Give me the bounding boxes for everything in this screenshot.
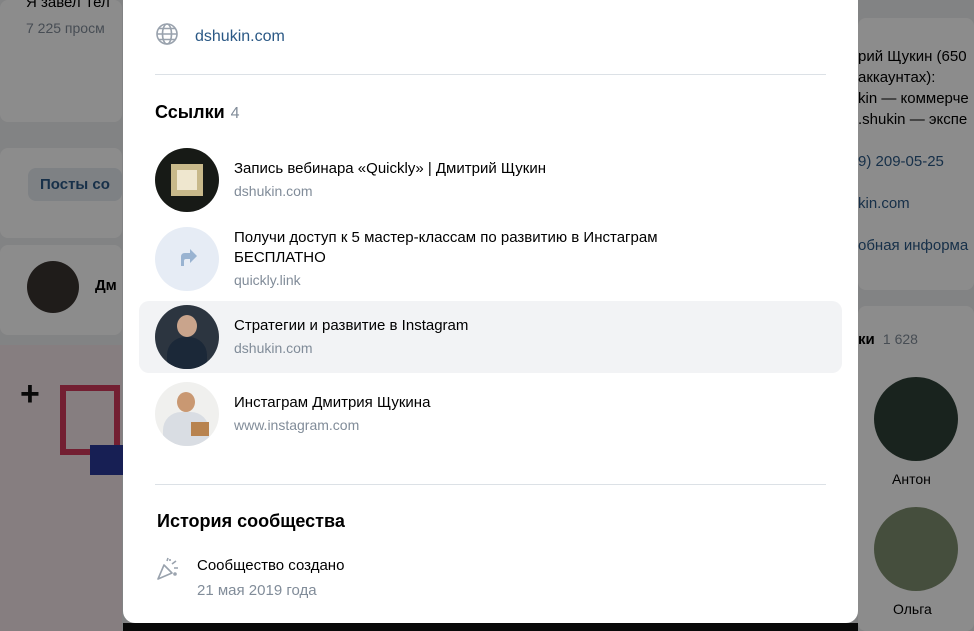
thumb-inner: [177, 170, 197, 190]
thumb-book: [191, 422, 209, 436]
links-count: 4: [230, 105, 240, 122]
history-date: 21 мая 2019 года: [197, 582, 317, 599]
link-domain: www.instagram.com: [234, 417, 360, 433]
history-item: Сообщество создано 21 мая 2019 года: [155, 556, 344, 599]
link-domain: dshukin.com: [234, 340, 313, 356]
link-item[interactable]: Стратегии и развитие в Instagram dshukin…: [139, 301, 842, 373]
thumb-suit: [167, 337, 207, 369]
party-popper-icon: [155, 556, 181, 599]
links-title: Ссылки: [155, 102, 225, 122]
link-text: Стратегии и развитие в Instagram dshukin…: [234, 316, 468, 358]
history-text: Сообщество создано 21 мая 2019 года: [197, 556, 344, 599]
link-domain: quickly.link: [234, 272, 301, 288]
link-title: Стратегии и развитие в Instagram: [234, 317, 469, 334]
link-thumbnail: [155, 227, 219, 291]
link-item[interactable]: Инстаграм Дмитрия Щукина www.instagram.c…: [139, 378, 842, 450]
link-thumbnail: [155, 382, 219, 446]
history-title: История сообщества: [157, 511, 345, 531]
link-item[interactable]: Запись вебинара «Quickly» | Дмитрий Щуки…: [139, 144, 842, 216]
website-row: dshukin.com: [155, 22, 285, 51]
link-title: Запись вебинара «Quickly» | Дмитрий Щуки…: [234, 160, 547, 177]
links-heading: Ссылки 4: [155, 102, 240, 123]
community-info-modal: dshukin.com Ссылки 4 Запись вебинара «Qui…: [123, 0, 858, 623]
link-domain: dshukin.com: [234, 183, 313, 199]
website-link[interactable]: dshukin.com: [195, 28, 285, 46]
divider: [155, 484, 826, 485]
link-text: Запись вебинара «Quickly» | Дмитрий Щуки…: [234, 159, 546, 201]
arrow-share-icon: [175, 245, 199, 274]
link-title: Инстаграм Дмитрия Щукина: [234, 394, 431, 411]
thumb-face: [177, 392, 195, 412]
link-item[interactable]: Получи доступ к 5 мастер-классам по разв…: [139, 223, 842, 295]
link-text: Инстаграм Дмитрия Щукина www.instagram.c…: [234, 393, 430, 435]
history-event: Сообщество создано: [197, 557, 345, 574]
globe-icon: [155, 22, 179, 51]
link-thumbnail: [155, 148, 219, 212]
divider: [155, 74, 826, 75]
link-thumbnail: [155, 305, 219, 369]
link-text: Получи доступ к 5 мастер-классам по разв…: [234, 228, 734, 290]
thumb-face: [177, 315, 197, 337]
link-title: Получи доступ к 5 мастер-классам по разв…: [234, 229, 658, 266]
thumb-frame: [171, 164, 203, 196]
